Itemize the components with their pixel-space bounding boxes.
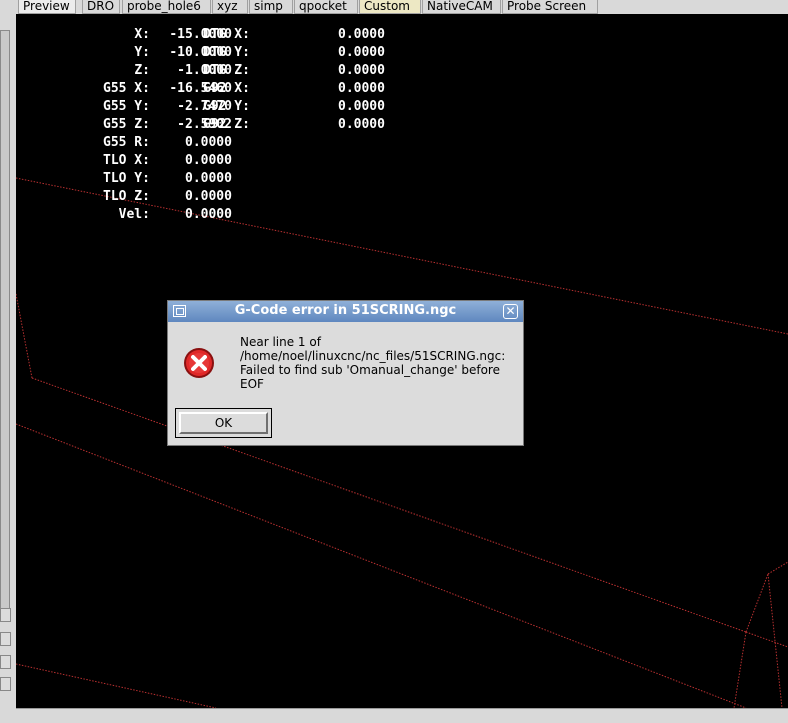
message-line: Failed to find sub 'Omanual_change' befo… [240,363,500,377]
dro-axis-label: Y: [134,45,150,60]
dtg-value: 0.0000 [338,63,385,78]
message-line: /home/noel/linuxcnc/nc_files/51SCRING.ng… [240,349,506,363]
ok-button-focus-ring: OK [175,408,272,438]
tab-dro[interactable]: DRO [82,0,120,14]
dro-row: TLO Y: 0.0000 [16,170,232,188]
dro-row: X: -15.0000 DTG X: 0.0000 [16,26,385,44]
dro-axis-label: TLO X: [103,153,150,168]
ok-button[interactable]: OK [179,412,268,434]
dro-axis-value: 0.0000 [185,171,232,186]
tab-qpocket[interactable]: qpocket [294,0,358,14]
toolpath-line [767,561,788,575]
close-icon[interactable]: ✕ [503,304,518,319]
g92-value: 0.0000 [338,99,385,114]
dro-axis-label: G55 R: [103,135,150,150]
g92-value: 0.0000 [338,81,385,96]
dro-axis-label: G55 Z: [103,117,150,132]
tab-nativecam[interactable]: NativeCAM [422,0,501,14]
dialog-message: Near line 1 of /home/noel/linuxcnc/nc_fi… [240,335,515,391]
toolpath-line [745,631,788,648]
dro-row: Y: -10.0000 DTG Y: 0.0000 [16,44,385,62]
dro-axis-label: G55 X: [103,81,150,96]
tab-simp[interactable]: simp [249,0,293,14]
dtg-label: DTG X: [203,27,250,42]
g92-value: 0.0000 [338,117,385,132]
dro-row: G55 Z: -2.5902 G92 Z: 0.0000 [16,116,385,134]
toolpath-line [767,573,783,708]
tab-xyz[interactable]: xyz [212,0,248,14]
dro-row: TLO X: 0.0000 [16,152,232,170]
dialog-title-bar[interactable]: G-Code error in 51SCRING.ngc ✕ [168,301,523,322]
dtg-value: 0.0000 [338,27,385,42]
dro-axis-value: 0.0000 [185,189,232,204]
side-button[interactable] [0,677,11,691]
dro-axis-value: 0.0000 [185,153,232,168]
gcode-error-dialog: G-Code error in 51SCRING.ngc ✕ Near line… [167,300,524,446]
dro-axis-label: Vel: [118,207,150,222]
tab-probe-screen[interactable]: Probe Screen [502,0,598,14]
side-button[interactable] [0,655,11,669]
dro-row: TLO Z: 0.0000 [16,188,232,206]
dro-row: Z: -1.0000 DTG Z: 0.0000 [16,62,385,80]
bottom-bar [16,708,788,723]
tab-bar: Preview DRO probe_hole6 xyz simp qpocket… [0,0,788,14]
message-line: EOF [240,377,264,391]
vertical-scrollbar[interactable] [0,30,10,620]
tab-probe-hole6[interactable]: probe_hole6 [122,0,211,14]
dro-row: Vel: 0.0000 [16,206,232,224]
error-icon [184,348,214,378]
dro-axis-label: Z: [134,63,150,78]
tab-preview[interactable]: Preview [18,0,76,14]
dro-axis-label: G55 Y: [103,99,150,114]
dro-row: G55 Y: -2.7470 G92 Y: 0.0000 [16,98,385,116]
dialog-title: G-Code error in 51SCRING.ngc [234,303,457,318]
toolpath-line [745,573,769,633]
g92-label: G92 X: [203,81,250,96]
dro-row: G55 X: -16.5460 G92 X: 0.0000 [16,80,385,98]
dro-row: G55 R: 0.0000 [16,134,232,152]
g92-label: G92 Z: [203,117,250,132]
message-line: Near line 1 of [240,335,321,349]
side-button[interactable] [0,608,11,622]
dtg-label: DTG Y: [203,45,250,60]
g92-label: G92 Y: [203,99,250,114]
dro-axis-value: 0.0000 [185,207,232,222]
dro-axis-label: TLO Z: [103,189,150,204]
toolpath-line [16,423,747,708]
left-panel [0,14,16,723]
dro-axis-value: 0.0000 [185,135,232,150]
tab-custom[interactable]: Custom [359,0,421,14]
dro-axis-label: TLO Y: [103,171,150,186]
dtg-label: DTG Z: [203,63,250,78]
dro-axis-label: X: [134,27,150,42]
toolpath-line [16,293,33,379]
toolpath-line [733,631,747,708]
dtg-value: 0.0000 [338,45,385,60]
toolpath-line [16,663,217,708]
side-button[interactable] [0,632,11,646]
